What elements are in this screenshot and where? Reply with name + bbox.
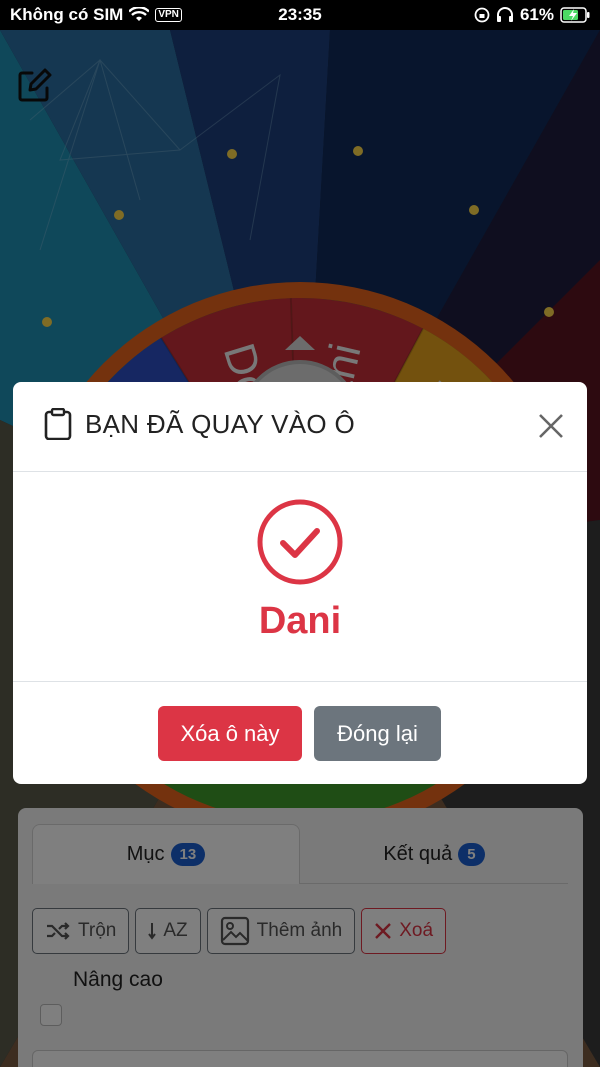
close-icon	[539, 414, 563, 438]
status-right: 61%	[474, 5, 590, 25]
modal-body: Dani	[13, 472, 587, 682]
result-name: Dani	[258, 600, 342, 642]
rotation-lock-icon	[474, 7, 490, 23]
check-circle-icon	[256, 498, 344, 586]
result-modal: BẠN ĐÃ QUAY VÀO Ô Dani Xóa ô này Đóng lạ…	[13, 382, 587, 784]
status-bar: Không có SIM VPN 23:35 61%	[0, 0, 600, 30]
modal-title-text: BẠN ĐÃ QUAY VÀO Ô	[85, 408, 355, 439]
clipboard-icon	[44, 408, 72, 440]
headphones-icon	[496, 7, 513, 22]
close-button[interactable]: Đóng lại	[314, 706, 441, 761]
close-modal-button[interactable]	[535, 410, 567, 442]
modal-title: BẠN ĐÃ QUAY VÀO Ô	[43, 408, 355, 440]
modal-header: BẠN ĐÃ QUAY VÀO Ô	[13, 382, 587, 472]
battery-percent: 61%	[519, 5, 554, 24]
battery-charging-icon	[560, 7, 590, 23]
remove-item-button[interactable]: Xóa ô này	[158, 706, 302, 761]
